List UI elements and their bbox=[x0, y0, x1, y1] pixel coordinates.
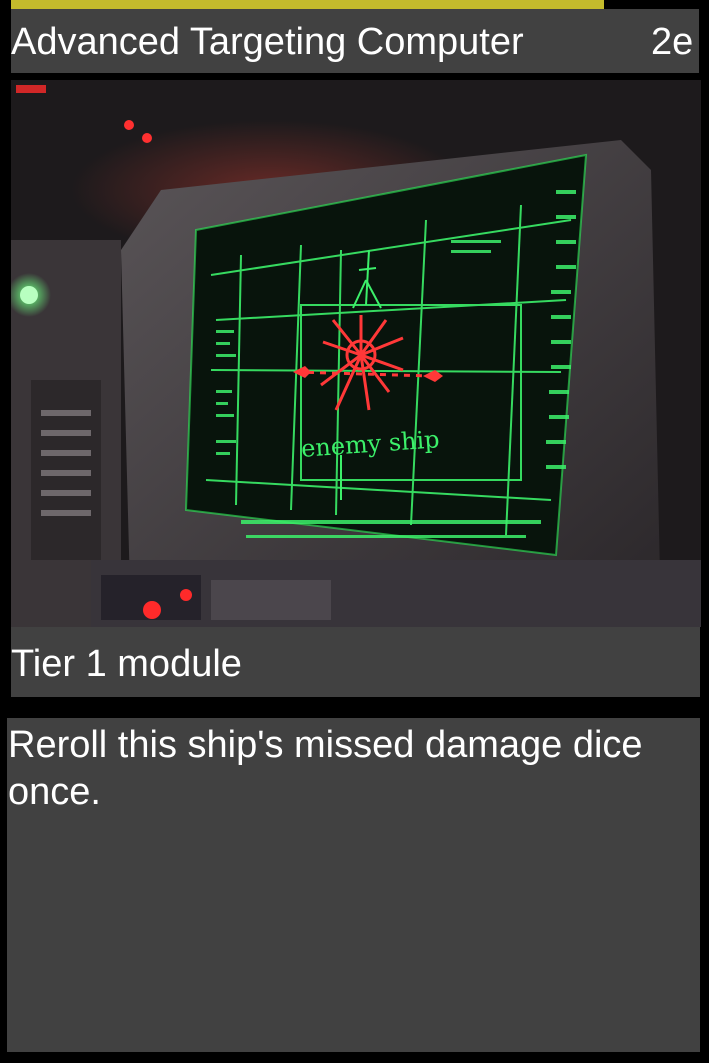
card-art: enemy ship bbox=[11, 80, 701, 627]
card-rules-text: Reroll this ship's missed damage dice on… bbox=[8, 724, 643, 813]
card-title: Advanced Targeting Computer bbox=[11, 21, 524, 63]
card-tier: Tier 1 module bbox=[11, 643, 242, 685]
card-title-bar: Advanced Targeting Computer 2e bbox=[11, 9, 699, 73]
card-tier-bar: Tier 1 module bbox=[11, 627, 700, 697]
targeting-computer-screen-art bbox=[11, 80, 701, 627]
card-cost: 2e bbox=[651, 21, 694, 63]
card-rules-box: Reroll this ship's missed damage dice on… bbox=[7, 718, 700, 1052]
